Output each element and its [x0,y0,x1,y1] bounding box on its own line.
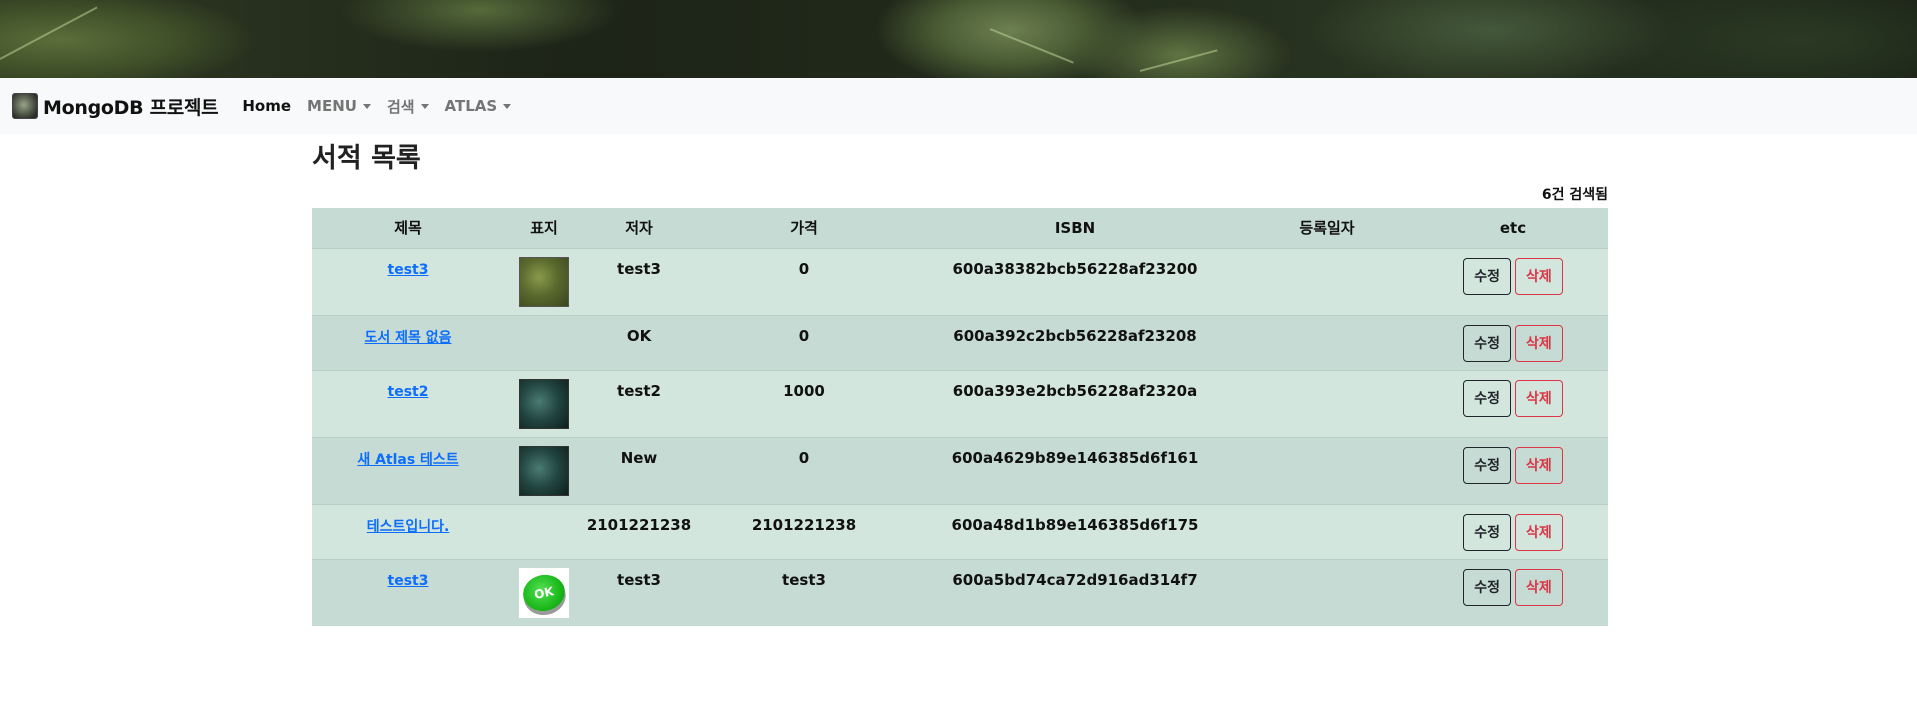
caret-down-icon [420,103,429,109]
book-date [1236,437,1418,504]
book-isbn: 600a38382bcb56228af23200 [952,259,1198,278]
book-author: test3 [617,570,661,589]
book-isbn: 600a393e2bcb56228af2320a [952,381,1198,400]
header-title: 제목 [394,219,422,238]
book-date [1236,315,1418,370]
book-price: 2101221238 [751,515,857,534]
book-date [1236,559,1418,626]
delete-button[interactable]: 삭제 [1515,324,1563,362]
nav-search-label: 검색 [386,97,415,116]
ok-button-image: OK [519,570,569,615]
table-row: 도서 제목 없음 OK 0 600a392c2bcb56228af23208 수… [312,315,1608,370]
edit-button[interactable]: 수정 [1463,513,1511,551]
nav-home-label: Home [242,97,292,115]
book-author: 2101221238 [586,515,692,534]
book-isbn: 600a5bd74ca72d916ad314f7 [952,570,1198,589]
book-date [1236,248,1418,315]
edit-button[interactable]: 수정 [1463,257,1511,295]
delete-button[interactable]: 삭제 [1515,568,1563,606]
book-isbn: 600a392c2bcb56228af23208 [953,326,1197,345]
brand-text: MongoDB 프로젝트 [43,96,219,119]
book-price: test3 [782,570,826,589]
book-cover-image [519,445,569,496]
book-title-link[interactable]: 새 Atlas 테스트 [357,452,458,468]
book-title-link[interactable]: test2 [388,384,429,400]
edit-button[interactable]: 수정 [1463,324,1511,362]
nav-search-dropdown[interactable]: 검색 [387,96,429,117]
book-cover-image [519,256,569,307]
nav-atlas-label: ATLAS [444,97,498,115]
table-row: test3 OK test3 test3 600a5bd74ca72d916ad… [312,559,1608,626]
book-title-link[interactable]: test3 [388,573,429,589]
leaf-banner-image [0,0,1917,78]
edit-button[interactable]: 수정 [1463,446,1511,484]
book-title-link[interactable]: test3 [388,262,429,278]
delete-button[interactable]: 삭제 [1515,257,1563,295]
book-author: test2 [617,381,661,400]
brand-logo-icon [12,93,38,119]
page-title: 서적 목록 [312,143,421,174]
edit-button[interactable]: 수정 [1463,379,1511,417]
table-row: 새 Atlas 테스트 New 0 600a4629b89e146385d6f1… [312,437,1608,504]
header-cover: 표지 [530,219,558,238]
table-row: 테스트입니다. 2101221238 2101221238 600a48d1b8… [312,504,1608,559]
caret-down-icon [503,103,512,109]
table-row: test3 test3 0 600a38382bcb56228af23200 수… [312,248,1608,315]
brand[interactable]: MongoDB 프로젝트 [12,93,219,120]
nav-home[interactable]: Home [242,97,291,115]
delete-button[interactable]: 삭제 [1515,513,1563,551]
navbar: MongoDB 프로젝트 Home MENU 검색 ATLAS [0,78,1917,134]
book-price: 0 [798,259,810,278]
book-title-link[interactable]: 도서 제목 없음 [364,330,451,346]
delete-button[interactable]: 삭제 [1515,446,1563,484]
main-content: 서적 목록 6건 검색됨 제목 표지 저자 가격 ISBN 등록일자 etc t… [312,134,1608,626]
delete-button[interactable]: 삭제 [1515,379,1563,417]
header-etc: etc [1499,218,1527,237]
book-price: 0 [798,448,810,467]
book-price: 0 [798,326,810,345]
book-price: 1000 [783,381,825,400]
book-cover-image [519,378,569,429]
book-author: OK [626,326,652,345]
book-cover-image: OK [519,567,569,618]
book-title-link[interactable]: 테스트입니다. [367,519,450,535]
book-author: test3 [617,259,661,278]
nav-menu-label: MENU [307,97,357,115]
book-date [1236,370,1418,437]
table-header-row: 제목 표지 저자 가격 ISBN 등록일자 etc [312,208,1608,248]
header-isbn: ISBN [1054,218,1096,237]
book-table: 제목 표지 저자 가격 ISBN 등록일자 etc test3 test3 0 … [312,208,1608,626]
nav-menu-dropdown[interactable]: MENU [307,97,371,115]
edit-button[interactable]: 수정 [1463,568,1511,606]
nav-atlas-dropdown[interactable]: ATLAS [445,97,512,115]
result-count: 6건 검색됨 [1541,187,1608,203]
book-author: New [620,448,658,467]
header-price: 가격 [790,219,818,238]
book-isbn: 600a4629b89e146385d6f161 [951,448,1199,467]
header-date: 등록일자 [1299,219,1355,238]
book-date [1236,504,1418,559]
table-row: test2 test2 1000 600a393e2bcb56228af2320… [312,370,1608,437]
book-isbn: 600a48d1b89e146385d6f175 [951,515,1199,534]
header-author: 저자 [625,219,653,238]
caret-down-icon [362,103,371,109]
